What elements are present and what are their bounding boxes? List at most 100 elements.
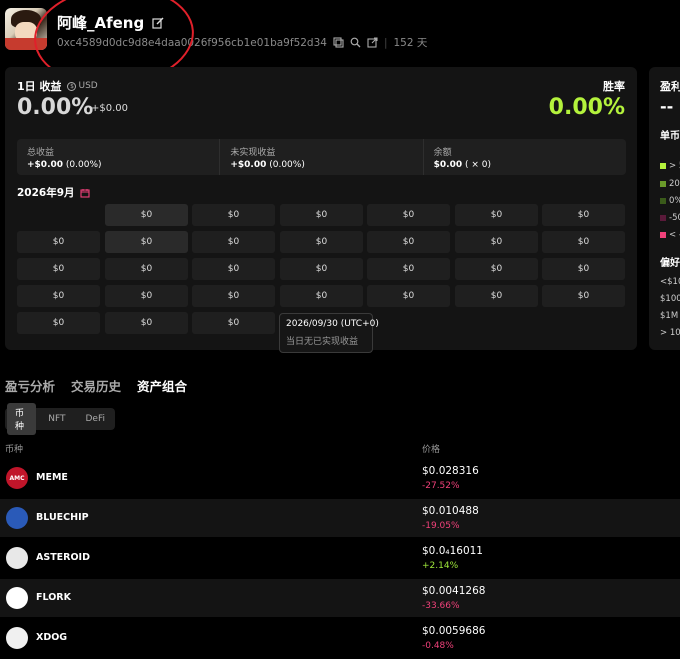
edit-icon[interactable]: [152, 17, 164, 29]
token-icon: [6, 587, 28, 609]
calendar-day-cell[interactable]: $0: [367, 231, 450, 253]
asset-type-segment: 币种 NFT DeFi: [5, 403, 115, 435]
segment-defi[interactable]: DeFi: [78, 411, 114, 427]
calendar-day-cell[interactable]: $0: [105, 204, 188, 226]
winrate-value: 0.00%: [548, 95, 625, 120]
token-price: $0.010488: [422, 505, 479, 517]
wallet-address: 0xc4589d0dc9d8e4daa0026f956cb1e01ba9f52d…: [57, 36, 327, 49]
token-name: MEME: [36, 472, 68, 483]
legend-item: 200: [660, 179, 680, 189]
token-name: XDOG: [36, 632, 68, 643]
calendar-day-cell[interactable]: $0: [367, 285, 450, 307]
token-name: BLUECHIP: [36, 512, 89, 523]
avatar: [5, 8, 47, 50]
token-change: -33.66%: [422, 601, 460, 611]
column-header-token[interactable]: 币种: [5, 442, 23, 455]
tab-trade-history[interactable]: 交易历史: [71, 376, 121, 395]
calendar-day-cell[interactable]: $0: [105, 312, 188, 334]
calendar-icon[interactable]: [79, 188, 90, 198]
column-header-price[interactable]: 价格: [422, 442, 440, 455]
stats-bar: 总收益 +$0.00 (0.00%) 未实现收益 +$0.00 (0.00%) …: [17, 139, 626, 175]
calendar-day-cell[interactable]: $0: [455, 285, 538, 307]
currency-toggle[interactable]: $ USD: [67, 81, 98, 91]
token-price: $0.0041268: [422, 585, 486, 597]
side-subtitle: 单币: [660, 131, 680, 142]
currency-icon: $: [67, 81, 77, 91]
search-icon[interactable]: [350, 37, 361, 48]
calendar-day-cell[interactable]: $0: [192, 204, 275, 226]
calendar-day-cell[interactable]: $0: [192, 312, 275, 334]
calendar-day-cell[interactable]: $0: [280, 285, 363, 307]
calendar-day-cell[interactable]: $0: [192, 285, 275, 307]
token-price: $0.0059686: [422, 625, 486, 637]
winrate-label: 胜率: [603, 80, 625, 93]
tab-portfolio[interactable]: 资产组合: [137, 376, 187, 395]
calendar-day-cell[interactable]: $0: [455, 231, 538, 253]
table-row[interactable]: FLORK $0.0041268 -33.66%: [0, 579, 680, 617]
calendar-day-cell[interactable]: $0: [280, 231, 363, 253]
calendar-day-cell[interactable]: $0: [17, 312, 100, 334]
calendar-day-cell[interactable]: $0: [105, 258, 188, 280]
token-icon: [6, 507, 28, 529]
profile-name-row: 阿峰_Afeng: [57, 12, 164, 33]
token-price: $0.028316: [422, 465, 479, 477]
calendar-day-cell[interactable]: $0: [542, 285, 625, 307]
legend-item: < -: [660, 230, 680, 240]
token-change: -0.48%: [422, 641, 454, 651]
stat-unrealized: 未实现收益 +$0.00 (0.00%): [220, 139, 424, 175]
external-link-icon[interactable]: [367, 37, 378, 48]
token-icon: [6, 547, 28, 569]
calendar-day-cell[interactable]: $0: [105, 285, 188, 307]
address-row: 0xc4589d0dc9d8e4daa0026f956cb1e01ba9f52d…: [57, 36, 428, 50]
calendar-day-cell[interactable]: $0: [192, 231, 275, 253]
calendar-day-cell[interactable]: $0: [280, 204, 363, 226]
legend-item: > 5: [660, 161, 680, 171]
pnl-usd: +$0.00: [91, 103, 129, 114]
calendar-day-cell[interactable]: $0: [17, 285, 100, 307]
calendar-day-cell[interactable]: $0: [542, 231, 625, 253]
calendar-day-cell[interactable]: $0: [367, 258, 450, 280]
days-count: 152 天: [393, 37, 428, 49]
token-icon: [6, 627, 28, 649]
pnl-label: 1日 收益 $ USD: [17, 80, 98, 93]
legend-item: -50: [660, 213, 680, 223]
table-row[interactable]: ASTEROID $0.0₄16011 +2.14%: [0, 539, 680, 577]
main-tabs: 盈亏分析 交易历史 资产组合: [5, 376, 187, 395]
side-panel: 盈利 -- 单币 > 5 200 0% -50 < - 偏好 <$10 $100…: [649, 67, 680, 350]
calendar-day-cell[interactable]: $0: [17, 258, 100, 280]
segment-tokens[interactable]: 币种: [7, 403, 37, 435]
pref-value: > 10M: [660, 328, 680, 338]
token-name: ASTEROID: [36, 552, 90, 563]
token-change: +2.14%: [422, 561, 459, 571]
token-price: $0.0₄16011: [422, 545, 483, 557]
table-row[interactable]: BLUECHIP $0.010488 -19.05%: [0, 499, 680, 537]
tab-pnl-analysis[interactable]: 盈亏分析: [5, 376, 55, 395]
calendar-day-cell[interactable]: $0: [367, 204, 450, 226]
calendar-day-cell[interactable]: $0: [455, 204, 538, 226]
calendar-day-cell[interactable]: $0: [280, 258, 363, 280]
legend-item: 0%: [660, 196, 680, 206]
calendar-day-cell[interactable]: $0: [192, 258, 275, 280]
calendar-day-cell[interactable]: $0: [542, 258, 625, 280]
segment-nft[interactable]: NFT: [40, 411, 73, 427]
stat-total-profit: 总收益 +$0.00 (0.00%): [17, 139, 221, 175]
calendar-day-cell[interactable]: $0: [542, 204, 625, 226]
token-icon: AMC: [6, 467, 28, 489]
pref-value: $1M: [660, 311, 679, 321]
calendar-day-cell[interactable]: $0: [455, 258, 538, 280]
side-title: 盈利: [660, 80, 680, 93]
copy-icon[interactable]: [333, 37, 344, 48]
calendar-month[interactable]: 2026年9月: [17, 185, 90, 200]
pref-value: $100: [660, 294, 680, 304]
pnl-percent: 0.00%: [17, 95, 94, 120]
calendar-tooltip: 2026/09/30 (UTC+0) 当日无已实现收益: [279, 313, 379, 353]
side-value: --: [660, 97, 674, 116]
pref-title: 偏好: [660, 258, 680, 269]
calendar-day-cell[interactable]: $0: [17, 231, 100, 253]
token-change: -27.52%: [422, 481, 460, 491]
token-change: -19.05%: [422, 521, 460, 531]
table-row[interactable]: AMC MEME $0.028316 -27.52%: [0, 459, 680, 497]
calendar-day-cell[interactable]: $0: [105, 231, 188, 253]
profile-name: 阿峰_Afeng: [57, 14, 145, 32]
table-row[interactable]: XDOG $0.0059686 -0.48%: [0, 619, 680, 657]
